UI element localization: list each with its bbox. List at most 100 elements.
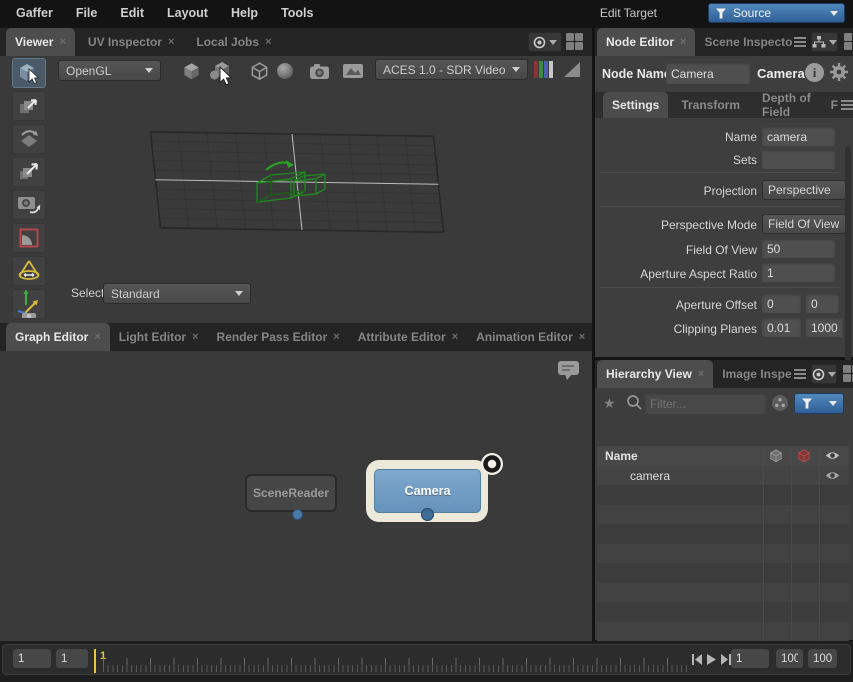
light-tool-button[interactable]: [12, 256, 46, 286]
camera-tool-button[interactable]: [12, 190, 46, 220]
subtab-overflow-menu-icon[interactable]: [841, 92, 853, 118]
subtab-depth-of-field[interactable]: Depth of Field: [753, 92, 822, 118]
lighting-mode-button[interactable]: [272, 59, 298, 83]
tab-hierarchy-view[interactable]: Hierarchy View×: [597, 360, 713, 388]
menu-file[interactable]: File: [76, 6, 98, 20]
tab-uv-inspector[interactable]: UV Inspector×: [79, 28, 183, 56]
field-of-view-input[interactable]: [762, 239, 835, 258]
tab-viewer[interactable]: Viewer×: [6, 28, 75, 56]
gear-icon[interactable]: [829, 62, 849, 82]
node-editor-scrollbar[interactable]: [845, 146, 851, 385]
timeline-frame-input[interactable]: [731, 649, 769, 668]
translate-tool-button[interactable]: [12, 91, 46, 121]
aperture-offset-x-input[interactable]: [762, 294, 801, 313]
node-camera[interactable]: Camera: [374, 469, 481, 513]
shaded-mode-button[interactable]: [178, 59, 204, 83]
clipping-planes-near-input[interactable]: [762, 318, 801, 337]
select-mode-dropdown[interactable]: Standard: [103, 283, 251, 304]
close-icon[interactable]: ×: [698, 368, 704, 380]
select-tool-button[interactable]: [12, 58, 46, 88]
layout-grid-icon[interactable]: [566, 33, 583, 50]
layout-grid-icon[interactable]: [844, 33, 853, 56]
tab-graph-editor[interactable]: Graph Editor×: [6, 323, 110, 351]
rotate-tool-button[interactable]: [12, 124, 46, 154]
tab-animation-editor[interactable]: Animation Editor×: [467, 323, 594, 351]
display-transform-dropdown[interactable]: ACES 1.0 - SDR Video: [375, 59, 528, 80]
exposure-gamma-button[interactable]: [563, 61, 581, 78]
projection-dropdown[interactable]: Perspective: [762, 180, 846, 200]
camera-settings-button[interactable]: [306, 59, 332, 83]
viewport[interactable]: OpenGL AC: [0, 56, 592, 323]
menu-layout[interactable]: Layout: [167, 6, 208, 20]
scenereader-output-plug[interactable]: [292, 509, 303, 520]
close-icon[interactable]: ×: [59, 36, 65, 48]
hierarchy-pin-target-button[interactable]: [811, 364, 837, 384]
filter-input[interactable]: [645, 393, 766, 414]
focus-node-indicator[interactable]: [480, 452, 504, 476]
menu-help[interactable]: Help: [231, 6, 258, 20]
light-position-tool-button[interactable]: [12, 289, 46, 319]
bookmark-star-icon[interactable]: ★: [603, 395, 616, 412]
timeline-ruler-minor-ticks[interactable]: [103, 665, 689, 672]
close-icon[interactable]: ×: [333, 331, 339, 343]
graph-canvas[interactable]: SceneReader Camera: [0, 351, 592, 641]
tab-image-inspector-truncated[interactable]: Image Inspe: [713, 360, 793, 388]
close-icon[interactable]: ×: [265, 36, 271, 48]
render-pass-button[interactable]: [340, 59, 366, 83]
expand-collapse-icon[interactable]: [771, 394, 789, 412]
visible-eye-icon[interactable]: [825, 470, 840, 481]
aperture-offset-y-input[interactable]: [806, 294, 839, 313]
timeline-current-frame-input[interactable]: [56, 649, 88, 668]
close-icon[interactable]: ×: [168, 36, 174, 48]
subtab-settings[interactable]: Settings: [603, 92, 668, 118]
sets-input[interactable]: [762, 150, 835, 169]
column-inclusions-cube-icon[interactable]: [769, 449, 783, 463]
node-name-input[interactable]: [666, 63, 750, 84]
skip-to-start-icon[interactable]: [691, 653, 703, 666]
playhead-marker[interactable]: [94, 649, 96, 673]
menu-edit[interactable]: Edit: [120, 6, 144, 20]
close-icon[interactable]: ×: [680, 36, 686, 48]
subtab-transform[interactable]: Transform: [672, 92, 749, 118]
channel-select-button[interactable]: [534, 60, 554, 79]
hierarchy-filter-dropdown[interactable]: [794, 393, 844, 414]
clipping-planes-far-input[interactable]: [806, 318, 843, 337]
crop-window-tool-button[interactable]: [12, 223, 46, 253]
tab-node-editor[interactable]: Node Editor×: [597, 28, 695, 56]
node-scenereader[interactable]: SceneReader: [245, 474, 337, 512]
wireframe-mode-button[interactable]: [246, 59, 272, 83]
tab-render-pass-editor[interactable]: Render Pass Editor×: [208, 323, 349, 351]
perspective-mode-dropdown[interactable]: Field Of View: [762, 214, 846, 234]
timeline-end-frame-input[interactable]: [776, 649, 803, 668]
hierarchy-row-camera[interactable]: camera: [597, 466, 849, 485]
subtab-truncated[interactable]: F: [830, 92, 839, 118]
close-icon[interactable]: ×: [452, 331, 458, 343]
camera-output-plug[interactable]: [421, 508, 434, 521]
close-icon[interactable]: ×: [94, 331, 100, 343]
column-visibility-eye-icon[interactable]: [825, 450, 840, 461]
tab-overflow-menu-icon[interactable]: [794, 28, 806, 56]
menu-tools[interactable]: Tools: [281, 6, 313, 20]
tab-overflow-menu-icon[interactable]: [794, 360, 806, 388]
annotation-bubble-icon[interactable]: [556, 359, 582, 383]
info-icon[interactable]: i: [805, 63, 824, 82]
layout-grid-icon[interactable]: [843, 365, 853, 388]
node-editor-mode-button[interactable]: [811, 32, 838, 52]
column-exclusions-cube-icon[interactable]: [797, 449, 811, 463]
aperture-aspect-ratio-input[interactable]: [762, 263, 835, 282]
viewer-pin-target-button[interactable]: [528, 32, 562, 52]
close-icon[interactable]: ×: [579, 331, 585, 343]
tab-scene-inspector-truncated[interactable]: Scene Inspecto: [695, 28, 794, 56]
tab-local-jobs[interactable]: Local Jobs×: [187, 28, 280, 56]
timeline-max-frame-input[interactable]: [808, 649, 837, 668]
edit-target-dropdown[interactable]: Source: [708, 3, 845, 23]
menu-gaffer[interactable]: Gaffer: [16, 6, 53, 20]
name-input[interactable]: [762, 127, 835, 146]
renderer-dropdown[interactable]: OpenGL: [58, 60, 161, 81]
tab-attribute-editor[interactable]: Attribute Editor×: [349, 323, 467, 351]
close-icon[interactable]: ×: [192, 331, 198, 343]
scale-tool-button[interactable]: [12, 157, 46, 187]
play-icon[interactable]: [706, 653, 717, 666]
tab-light-editor[interactable]: Light Editor×: [110, 323, 208, 351]
timeline-start-frame-input[interactable]: [13, 649, 51, 668]
